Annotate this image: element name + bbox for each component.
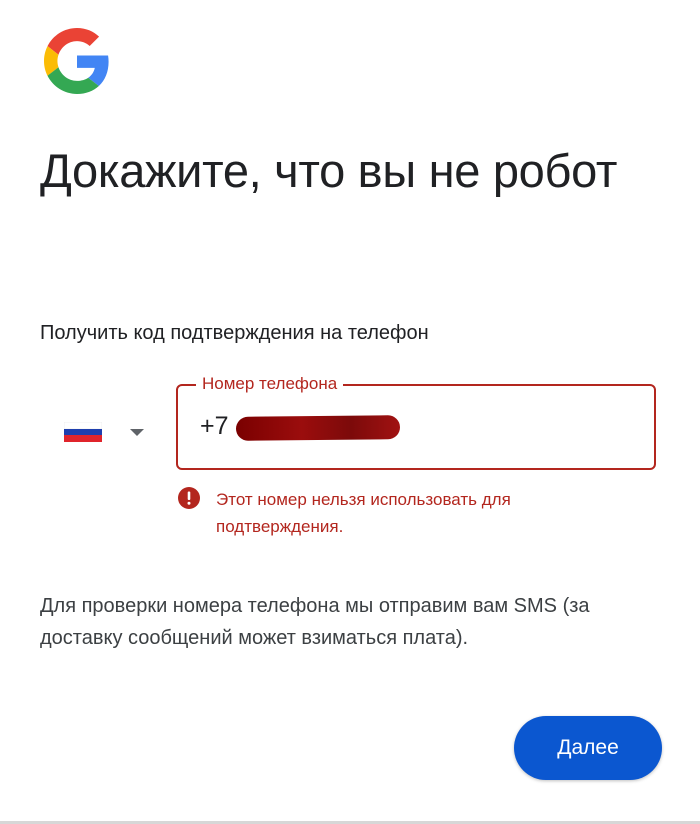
phone-number-field[interactable]: Номер телефона +7	[176, 374, 656, 470]
next-button[interactable]: Далее	[514, 716, 662, 780]
country-selector[interactable]	[52, 412, 152, 452]
phone-input-value[interactable]: +7	[200, 412, 229, 441]
error-text: Этот номер нельзя использовать для подтв…	[216, 490, 511, 536]
page-title: Докажите, что вы не робот	[40, 144, 618, 197]
google-g-logo	[44, 28, 109, 94]
error-icon	[178, 487, 200, 509]
error-message: Этот номер нельзя использовать для подтв…	[178, 486, 638, 540]
sms-info-text: Для проверки номера телефона мы отправим…	[40, 595, 590, 649]
phone-field-label: Номер телефона	[196, 374, 344, 394]
russia-flag-icon	[64, 422, 102, 442]
page-subtitle: Получить код подтверждения на телефон	[40, 322, 429, 344]
redaction-mark	[235, 415, 401, 441]
caret-down-icon	[130, 428, 144, 436]
